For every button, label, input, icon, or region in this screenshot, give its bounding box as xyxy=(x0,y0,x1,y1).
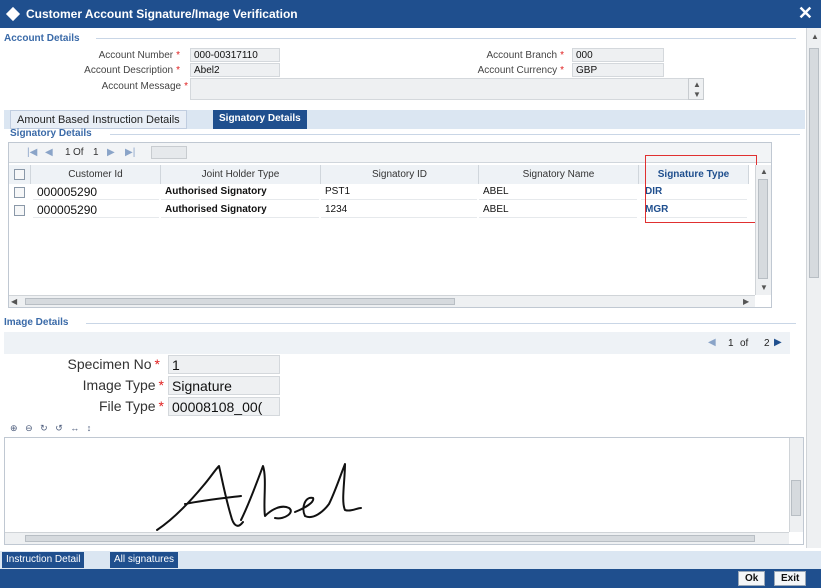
prev-page-icon[interactable]: ◀ xyxy=(45,147,57,158)
select-all-checkbox[interactable] xyxy=(14,169,25,180)
image-type-field[interactable]: Signature xyxy=(168,376,280,395)
account-description-field[interactable]: Abel2 xyxy=(190,63,280,77)
next-image-icon[interactable]: ▶ xyxy=(774,337,786,348)
grid-vertical-scrollbar[interactable]: ▲ ▼ xyxy=(755,165,771,295)
scroll-right-icon[interactable]: ▶ xyxy=(743,297,749,306)
tab-instruction-detail[interactable]: Instruction Detail xyxy=(2,552,85,568)
joint-holder-type-cell: Authorised Signatory xyxy=(161,203,319,218)
customer-id-cell: 000005290 xyxy=(33,185,159,200)
col-signatory-id[interactable]: Signatory ID xyxy=(321,165,479,184)
col-customer-id[interactable]: Customer Id xyxy=(31,165,161,184)
image-pager-total: 2 xyxy=(764,338,770,349)
window-titlebar: Customer Account Signature/Image Verific… xyxy=(0,0,821,28)
specimen-no-label: Specimen No * xyxy=(67,356,161,372)
signature-image-viewer xyxy=(4,437,804,545)
image-pager-of: of xyxy=(740,338,749,349)
col-signatory-name[interactable]: Signatory Name xyxy=(479,165,639,184)
customer-id-cell: 000005290 xyxy=(33,203,159,218)
divider xyxy=(86,323,796,324)
grid-horizontal-scrollbar[interactable]: ◀ ▶ xyxy=(9,295,755,307)
image-toolbar: ⊕ ⊖ ↻ ↺ ↔ ↕ xyxy=(10,423,96,434)
zoom-in-icon[interactable]: ⊕ xyxy=(10,423,18,433)
image-pager-current: 1 xyxy=(728,338,734,349)
account-branch-field[interactable]: 000 xyxy=(572,48,664,62)
viewer-horizontal-scrollbar[interactable] xyxy=(5,532,789,544)
file-type-field[interactable]: 00008108_00( xyxy=(168,397,280,416)
zoom-out-icon[interactable]: ⊖ xyxy=(25,423,33,433)
signatory-id-cell: 1234 xyxy=(321,203,477,218)
account-message-scrollbar[interactable]: ▲ ▼ xyxy=(688,78,704,100)
account-number-label: Account Number * xyxy=(98,50,180,61)
scroll-left-icon[interactable]: ◀ xyxy=(11,297,17,306)
scroll-up-icon[interactable]: ▲ xyxy=(811,32,819,41)
account-details-heading: Account Details xyxy=(4,33,80,44)
signatory-name-cell: ABEL xyxy=(479,185,637,200)
pager-current: 1 xyxy=(65,147,71,158)
account-number-field[interactable]: 000-00317110 xyxy=(190,48,280,62)
account-description-label: Account Description * xyxy=(84,65,180,76)
rotate-left-icon[interactable]: ↺ xyxy=(55,423,63,433)
tab-all-signatures[interactable]: All signatures xyxy=(110,552,179,568)
scrollbar-thumb[interactable] xyxy=(809,48,819,278)
pager-total: 1 xyxy=(93,147,99,158)
fit-height-icon[interactable]: ↕ xyxy=(87,423,92,433)
account-message-label: Account Message * xyxy=(101,81,188,92)
first-page-icon[interactable]: |◀ xyxy=(27,147,39,158)
signature-image xyxy=(156,463,362,531)
tab-signatory-details[interactable]: Signatory Details xyxy=(213,110,307,129)
footer-bar: Ok Exit xyxy=(0,569,821,588)
tab-strip: Amount Based Instruction Details Signato… xyxy=(4,110,805,129)
account-message-field[interactable] xyxy=(190,78,690,100)
signature-type-highlight xyxy=(645,155,757,223)
account-currency-label: Account Currency * xyxy=(477,65,564,76)
last-page-icon[interactable]: ▶| xyxy=(125,147,137,158)
scrollbar-thumb[interactable] xyxy=(25,535,755,542)
row-checkbox[interactable] xyxy=(14,187,25,198)
rotate-right-icon[interactable]: ↻ xyxy=(40,423,48,433)
scroll-down-icon[interactable]: ▼ xyxy=(760,283,768,292)
image-pager: ◀ 1 of 2 ▶ xyxy=(4,332,790,354)
account-branch-label: Account Branch * xyxy=(486,50,564,61)
scroll-down-icon[interactable]: ▼ xyxy=(693,90,701,99)
specimen-no-field[interactable]: 1 xyxy=(168,355,280,374)
ok-button[interactable]: Ok xyxy=(738,571,766,586)
viewer-vertical-scrollbar[interactable] xyxy=(789,438,803,532)
window-menu-icon[interactable] xyxy=(5,6,21,22)
image-details-heading: Image Details xyxy=(4,317,69,328)
scroll-up-icon[interactable]: ▲ xyxy=(693,80,701,89)
joint-holder-type-cell: Authorised Signatory xyxy=(161,185,319,200)
exit-button[interactable]: Exit xyxy=(774,571,807,586)
account-currency-field[interactable]: GBP xyxy=(572,63,664,77)
signatory-name-cell: ABEL xyxy=(479,203,637,218)
divider xyxy=(96,38,796,39)
file-type-label: File Type * xyxy=(99,398,164,414)
fit-width-icon[interactable]: ↔ xyxy=(70,423,79,433)
scrollbar-thumb[interactable] xyxy=(791,480,801,516)
scroll-up-icon[interactable]: ▲ xyxy=(760,167,768,176)
signatory-grid: |◀ ◀ 1 Of 1 ▶ ▶| Customer Id Joint Holde… xyxy=(8,142,772,308)
prev-image-icon[interactable]: ◀ xyxy=(708,337,720,348)
signatory-details-heading: Signatory Details xyxy=(10,128,92,139)
goto-page-input[interactable] xyxy=(151,146,187,159)
next-page-icon[interactable]: ▶ xyxy=(107,147,119,158)
window-title: Customer Account Signature/Image Verific… xyxy=(26,7,298,21)
bottom-tab-strip: Instruction Detail All signatures xyxy=(0,551,821,569)
close-icon[interactable]: ✕ xyxy=(798,3,813,24)
pager-of: Of xyxy=(73,147,84,158)
scrollbar-thumb[interactable] xyxy=(25,298,455,305)
signatory-id-cell: PST1 xyxy=(321,185,477,200)
tab-amount-based-instruction-details[interactable]: Amount Based Instruction Details xyxy=(10,110,187,129)
col-joint-holder-type[interactable]: Joint Holder Type xyxy=(161,165,321,184)
window-scrollbar[interactable]: ▲ xyxy=(806,28,821,548)
divider xyxy=(110,134,800,135)
scrollbar-thumb[interactable] xyxy=(758,179,768,279)
image-type-label: Image Type * xyxy=(82,377,164,393)
select-all-header xyxy=(9,165,31,184)
row-checkbox[interactable] xyxy=(14,205,25,216)
